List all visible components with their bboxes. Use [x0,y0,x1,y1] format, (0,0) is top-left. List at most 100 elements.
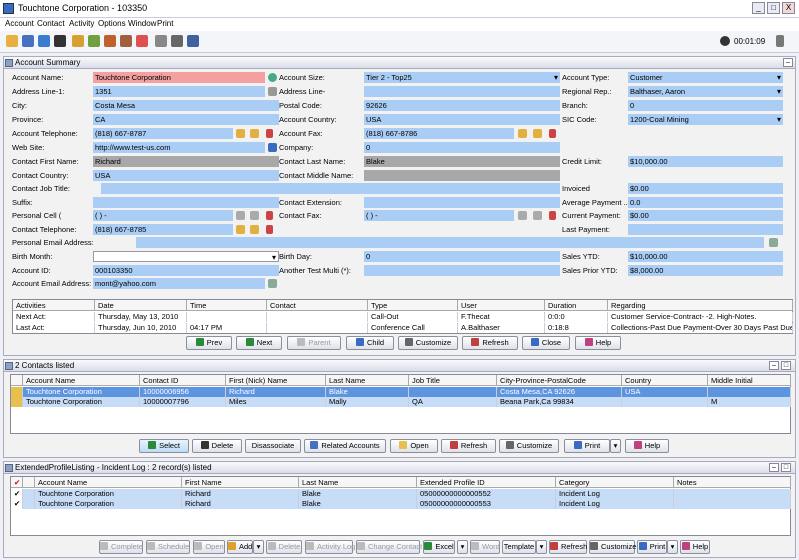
panel-minimize-button[interactable]: – [769,463,779,472]
open-folder-icon[interactable] [6,35,18,47]
edit-icon[interactable] [266,211,273,220]
print-dropdown-button[interactable]: ▾ [610,439,621,453]
column-header[interactable]: Extended Profile ID [417,477,556,488]
customize-button[interactable]: Customize [589,540,636,554]
excel-dropdown-button[interactable]: ▾ [457,540,468,554]
account-size-select[interactable]: Tier 2 - Top25 [364,72,560,83]
column-header[interactable]: Account Name [23,375,140,386]
edit-icon[interactable] [266,129,273,138]
panel-minimize-button[interactable]: – [769,361,779,370]
fax-icon[interactable] [518,129,527,138]
contact-first-name-field[interactable]: Richard [93,156,279,167]
company-field[interactable]: 0 [364,142,560,153]
phone-dial-icon[interactable] [236,211,245,220]
column-header[interactable]: Job Title [409,375,497,386]
book-icon[interactable] [120,35,132,47]
phone-dial-icon[interactable] [250,129,259,138]
address-book-icon[interactable] [268,87,277,96]
refresh-button[interactable]: Refresh [549,540,587,554]
column-header[interactable]: City-Province-PostalCode [497,375,622,386]
sic-code-select[interactable]: 1200-Coal Mining [628,114,783,125]
customize-button[interactable]: Customize [499,439,559,453]
column-header[interactable]: Duration [545,300,608,311]
word-button[interactable]: Word [470,540,500,554]
sales-prior-ytd-field[interactable]: $8,000.00 [628,265,783,276]
prev-button[interactable]: Prev [186,336,232,350]
column-header[interactable]: Activities [13,300,95,311]
contact-last-name-field[interactable]: Blake [364,156,560,167]
account-fax-field[interactable]: (818) 667-8786 [364,128,514,139]
column-header[interactable]: Country [622,375,708,386]
column-header[interactable]: Time [187,300,267,311]
parent-button[interactable]: Parent [287,336,341,350]
column-header[interactable]: Last Name [326,375,409,386]
close-button[interactable]: Close [522,336,570,350]
province-field[interactable]: CA [93,114,279,125]
account-type-select[interactable]: Customer [628,72,783,83]
column-header[interactable]: Account Name [35,477,182,488]
account-country-field[interactable]: USA [364,114,560,125]
column-header[interactable]: Contact [267,300,368,311]
email-icon[interactable] [268,279,277,288]
menu-print[interactable]: Print [157,19,173,28]
address-line-1-field[interactable]: 1351 [93,86,265,97]
column-header[interactable]: Contact ID [140,375,226,386]
refresh-icon[interactable] [268,73,277,82]
branch-field[interactable]: 0 [628,100,783,111]
edit-icon[interactable] [549,211,556,220]
web-browser-icon[interactable] [268,143,277,152]
row-checkbox[interactable]: ✔ [11,489,23,499]
print-dropdown-button[interactable]: ▾ [667,540,678,554]
personal-email-field[interactable] [136,237,764,248]
column-header[interactable]: Middle Initial [708,375,791,386]
print-button[interactable]: Print [564,439,610,453]
contact-add-icon[interactable] [38,35,50,47]
contact-job-title-field[interactable] [101,183,560,194]
print-button[interactable]: Print [637,540,667,554]
help-button[interactable]: Help [625,439,669,453]
panel-maximize-button[interactable]: □ [781,463,791,472]
column-header[interactable]: First (Nick) Name [226,375,326,386]
account-email-field[interactable]: mont@yahoo.com [93,278,265,289]
account-name-field[interactable]: Touchtone Corporation [93,72,265,83]
next-button[interactable]: Next [236,336,282,350]
template-dropdown-button[interactable]: ▾ [536,540,547,554]
report-icon[interactable] [104,35,116,47]
column-header[interactable]: Last Name [299,477,417,488]
people-icon[interactable] [54,35,66,47]
delete-button[interactable]: Delete [192,439,242,453]
column-header[interactable] [11,375,23,386]
contact-middle-name-field[interactable] [364,170,560,181]
average-payment-field[interactable]: 0.0 [628,197,783,208]
menu-account[interactable]: Account [5,19,34,28]
notes-icon[interactable] [88,35,100,47]
calendar-icon[interactable] [136,35,148,47]
customize-button[interactable]: Customize [398,336,458,350]
personal-cell-field[interactable]: ( ) - [93,210,233,221]
template-button[interactable]: Template [502,540,536,554]
fax-icon[interactable] [533,129,542,138]
column-header[interactable]: First Name [182,477,299,488]
select-button[interactable]: Select [139,439,189,453]
excel-button[interactable]: Excel [423,540,455,554]
help-button[interactable]: Help [575,336,621,350]
help-button[interactable]: Help [680,540,710,554]
row-checkbox[interactable]: ✔ [11,499,23,509]
last-payment-field[interactable] [628,224,783,235]
contact-country-field[interactable]: USA [93,170,279,181]
current-payment-field[interactable]: $0.00 [628,210,783,221]
table-row[interactable]: Touchtone Corporation 10000007796 Miles … [11,397,791,407]
delete-button[interactable]: Delete [266,540,302,554]
column-header[interactable]: Type [368,300,458,311]
phone-dial-icon[interactable] [236,129,245,138]
complete-button[interactable]: Complete [99,540,143,554]
related-accounts-button[interactable]: Related Accounts [304,439,386,453]
invoiced-field[interactable]: $0.00 [628,183,783,194]
open-button[interactable]: Open [390,439,438,453]
postal-code-field[interactable]: 92626 [364,100,560,111]
credit-limit-field[interactable]: $10,000.00 [628,156,783,167]
column-header[interactable]: Date [95,300,187,311]
add-dropdown-button[interactable]: ▾ [253,540,264,554]
panel-collapse-button[interactable]: – [783,58,793,67]
column-header[interactable]: Regarding [608,300,793,311]
